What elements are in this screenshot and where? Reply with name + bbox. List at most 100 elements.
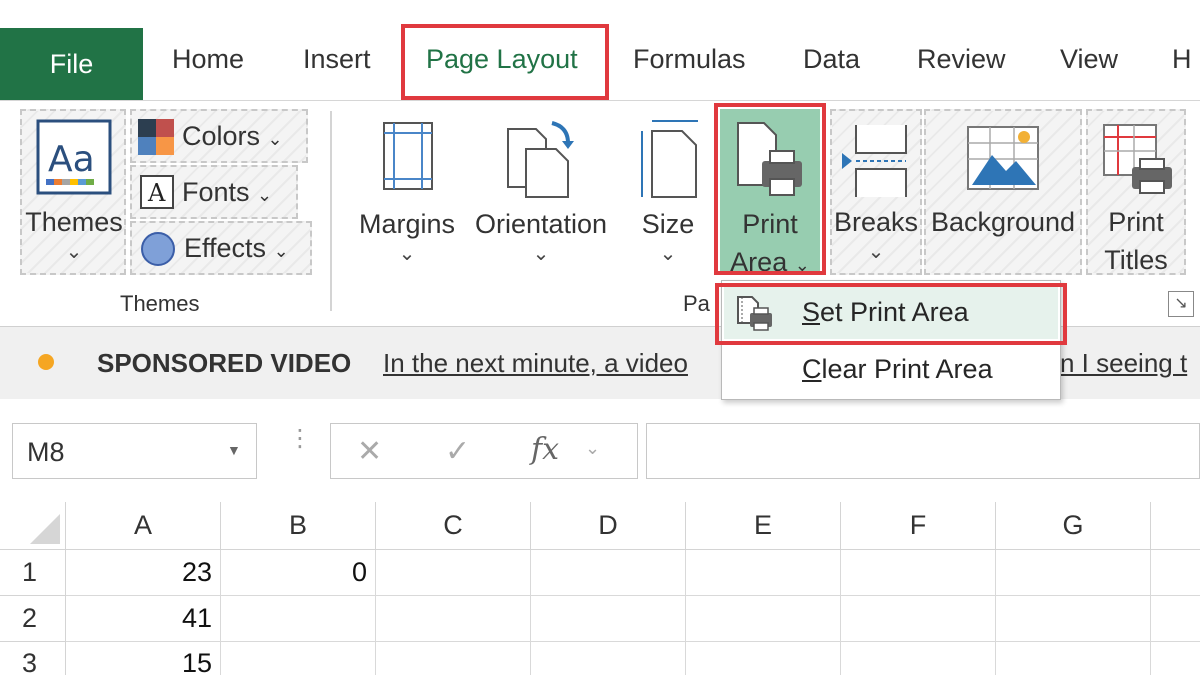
- size-label: Size: [641, 209, 695, 239]
- enter-check-icon[interactable]: ✓: [445, 434, 470, 469]
- themes-label: Themes: [25, 207, 123, 237]
- column-header-g[interactable]: G: [996, 502, 1151, 550]
- column-header-a[interactable]: A: [66, 502, 221, 550]
- color-palette-icon: [138, 119, 174, 155]
- cell-e1[interactable]: [686, 550, 841, 596]
- size-button[interactable]: Size ⌄: [628, 109, 708, 275]
- themes-button[interactable]: Aa Themes ⌄: [20, 109, 126, 275]
- cell-c1[interactable]: [376, 550, 531, 596]
- background-image-icon: [966, 125, 1040, 191]
- clear-print-area-item[interactable]: Clear Print Area: [724, 343, 1058, 395]
- group-divider: [330, 111, 332, 311]
- clear-print-area-label: Clear Print Area: [802, 354, 993, 384]
- themes-icon: Aa: [36, 119, 112, 195]
- background-label: Background: [930, 207, 1076, 237]
- insert-function-icon[interactable]: fx: [531, 432, 559, 467]
- print-area-highlight-box: [714, 103, 826, 275]
- orientation-icon: [506, 119, 578, 199]
- themes-group-label: Themes: [120, 291, 200, 316]
- font-icon: A: [140, 175, 174, 209]
- cell-a3[interactable]: 15: [66, 642, 221, 678]
- cell-f3[interactable]: [841, 642, 996, 675]
- sponsor-dot-icon: [38, 354, 54, 370]
- cell-a1[interactable]: 23: [66, 550, 221, 596]
- caret-down-icon[interactable]: ▼: [227, 442, 241, 458]
- orientation-label: Orientation: [474, 209, 608, 239]
- cell-c3[interactable]: [376, 642, 531, 675]
- cell-g1[interactable]: [996, 550, 1151, 596]
- colors-label: Colors ⌄: [182, 121, 283, 151]
- sponsored-link-continued[interactable]: n I seeing t: [1060, 348, 1200, 379]
- cell-g3[interactable]: [996, 642, 1151, 675]
- cell-d3[interactable]: [531, 642, 686, 675]
- formula-buttons: ✕ ✓ fx ⌄: [330, 423, 638, 479]
- name-box[interactable]: M8 ▼: [12, 423, 257, 479]
- margins-button[interactable]: Margins ⌄: [352, 109, 462, 275]
- cell-d1[interactable]: [531, 550, 686, 596]
- chevron-down-icon: ⌄: [659, 243, 677, 265]
- chevron-down-icon: ⌄: [65, 241, 83, 263]
- set-print-area-highlight-box: [715, 283, 1067, 345]
- column-header-c[interactable]: C: [376, 502, 531, 550]
- cell-d2[interactable]: [531, 596, 686, 642]
- cell-c2[interactable]: [376, 596, 531, 642]
- tab-view[interactable]: View: [1060, 44, 1118, 75]
- fonts-button[interactable]: A Fonts ⌄: [130, 165, 298, 219]
- tab-formulas[interactable]: Formulas: [633, 44, 746, 75]
- chevron-down-icon[interactable]: ⌄: [585, 438, 600, 459]
- svg-text:A: A: [147, 179, 166, 207]
- tab-help[interactable]: H: [1172, 44, 1192, 75]
- cell-b2[interactable]: [221, 596, 376, 642]
- breaks-button[interactable]: Breaks ⌄: [830, 109, 922, 275]
- cell-g2[interactable]: [996, 596, 1151, 642]
- chevron-down-icon: ⌄: [867, 241, 885, 263]
- cell-h1[interactable]: [1151, 550, 1200, 596]
- column-header-d[interactable]: D: [531, 502, 686, 550]
- select-all-corner[interactable]: [0, 502, 66, 550]
- column-header-h[interactable]: [1151, 502, 1200, 550]
- column-header-b[interactable]: B: [221, 502, 376, 550]
- print-titles-label-line2: Titles: [1104, 245, 1168, 275]
- page-size-icon: [638, 117, 700, 199]
- effects-icon: [140, 231, 176, 267]
- orientation-button[interactable]: Orientation ⌄: [466, 109, 616, 275]
- column-header-e[interactable]: E: [686, 502, 841, 550]
- svg-text:Aa: Aa: [48, 139, 95, 180]
- print-titles-label-line1: Print: [1108, 207, 1164, 237]
- formula-input[interactable]: [646, 423, 1200, 479]
- column-header-f[interactable]: F: [841, 502, 996, 550]
- fonts-label: Fonts ⌄: [182, 177, 273, 207]
- sponsored-label: SPONSORED VIDEO: [97, 348, 352, 378]
- cell-e3[interactable]: [686, 642, 841, 675]
- tab-file[interactable]: File: [0, 28, 143, 100]
- cancel-icon[interactable]: ✕: [357, 434, 382, 469]
- cell-b3[interactable]: [221, 642, 376, 675]
- print-titles-icon: [1102, 123, 1174, 195]
- row-header-1[interactable]: 1: [0, 550, 66, 596]
- cell-a2[interactable]: 41: [66, 596, 221, 642]
- cell-f2[interactable]: [841, 596, 996, 642]
- tab-review[interactable]: Review: [917, 44, 1006, 75]
- formula-bar: M8 ▼ ⋮ ✕ ✓ fx ⌄: [0, 399, 1200, 499]
- name-box-value: M8: [27, 437, 65, 467]
- margins-label: Margins: [358, 209, 456, 239]
- cell-h2[interactable]: [1151, 596, 1200, 642]
- sponsored-link[interactable]: In the next minute, a video: [383, 348, 688, 379]
- tab-insert[interactable]: Insert: [303, 44, 371, 75]
- effects-label: Effects ⌄: [184, 233, 289, 263]
- page-breaks-icon: [840, 121, 912, 201]
- tab-data[interactable]: Data: [803, 44, 860, 75]
- background-button[interactable]: Background: [924, 109, 1082, 275]
- print-titles-button[interactable]: Print Titles: [1086, 109, 1186, 275]
- cell-e2[interactable]: [686, 596, 841, 642]
- drag-handle-icon[interactable]: ⋮: [288, 427, 312, 451]
- tab-home[interactable]: Home: [172, 44, 244, 75]
- cell-f1[interactable]: [841, 550, 996, 596]
- breaks-label: Breaks: [833, 207, 919, 237]
- dialog-launcher-icon[interactable]: ↘: [1168, 291, 1194, 317]
- row-header-3[interactable]: 3: [0, 642, 66, 678]
- row-header-2[interactable]: 2: [0, 596, 66, 642]
- cell-b1[interactable]: 0: [221, 550, 376, 596]
- effects-button[interactable]: Effects ⌄: [130, 221, 312, 275]
- colors-button[interactable]: Colors ⌄: [130, 109, 308, 163]
